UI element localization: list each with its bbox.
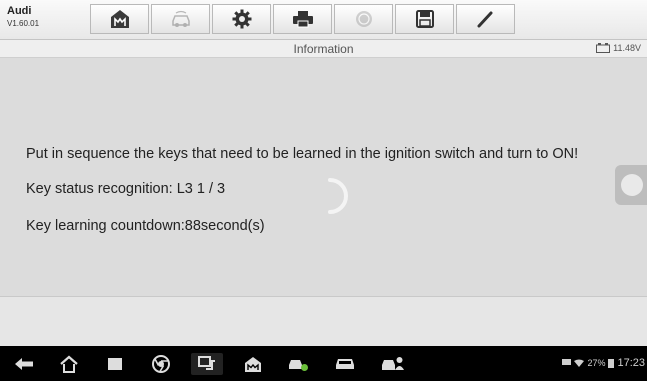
wifi-icon [574, 359, 585, 367]
home-button[interactable] [90, 4, 149, 34]
save-icon [415, 10, 434, 28]
vehicle-swap-icon [171, 10, 190, 27]
back-arrow-icon [15, 358, 33, 370]
info-bar: Information 11.48V [0, 40, 647, 58]
voltage-value: 11.48V [613, 43, 641, 53]
help-button[interactable] [334, 4, 393, 34]
car-icon [336, 359, 354, 369]
chat-icon [562, 359, 572, 365]
settings-gear-icon [232, 9, 251, 29]
page-title: Information [293, 42, 354, 56]
car-battery-icon [596, 43, 611, 53]
home-nav-button[interactable] [53, 353, 85, 375]
help-icon [355, 11, 372, 27]
toolbar-buttons [90, 4, 517, 34]
message-panel: Put in sequence the keys that need to be… [0, 58, 647, 296]
home-icon [110, 10, 129, 28]
top-toolbar: Audi V1.60.01 [0, 0, 647, 40]
car-service-icon [289, 360, 308, 371]
vci-plug-icon [198, 356, 215, 370]
browser-icon [152, 355, 170, 373]
countdown-text: Key learning countdown:88second(s) [26, 218, 265, 234]
settings-button[interactable] [212, 4, 271, 34]
vehicle-swap-button[interactable] [151, 4, 210, 34]
vehicle-button[interactable] [329, 353, 361, 375]
pen-button[interactable] [456, 4, 515, 34]
assist-dot-icon [621, 174, 643, 196]
print-icon [292, 11, 313, 28]
footer-button-bar [0, 296, 647, 346]
key-status-text: Key status recognition: L3 1 / 3 [26, 181, 226, 197]
loading-spinner-icon [328, 178, 348, 214]
battery-icon [608, 359, 615, 368]
maxisys-home-button[interactable] [237, 353, 269, 375]
clock-time: 17:23 [617, 357, 645, 369]
back-button[interactable] [8, 353, 40, 375]
battery-percent: 27% [587, 358, 606, 368]
home-outline-icon [60, 355, 78, 373]
recent-apps-button[interactable] [99, 353, 131, 375]
android-nav-bar: 27% 17:23 [0, 346, 647, 381]
maxisys-logo-icon [245, 356, 261, 372]
recent-apps-icon [108, 358, 122, 370]
car-user-icon [382, 357, 404, 370]
app-window: Audi V1.60.01 Information 11.48V Put in … [0, 0, 647, 381]
print-button[interactable] [273, 4, 332, 34]
vci-connect-button[interactable] [191, 353, 223, 375]
vehicle-make: Audi [7, 5, 32, 17]
browser-button[interactable] [145, 353, 177, 375]
floating-assist-button[interactable] [615, 165, 647, 205]
system-status: 27% 17:23 [562, 357, 645, 369]
shop-manager-button[interactable] [283, 353, 315, 375]
battery-voltage: 11.48V [596, 43, 641, 53]
instruction-text: Put in sequence the keys that need to be… [26, 146, 579, 162]
pen-icon [477, 11, 492, 28]
save-button[interactable] [395, 4, 454, 34]
vehicle-info: Audi V1.60.01 [7, 5, 39, 29]
remote-support-button[interactable] [377, 353, 409, 375]
software-version: V1.60.01 [7, 19, 40, 28]
